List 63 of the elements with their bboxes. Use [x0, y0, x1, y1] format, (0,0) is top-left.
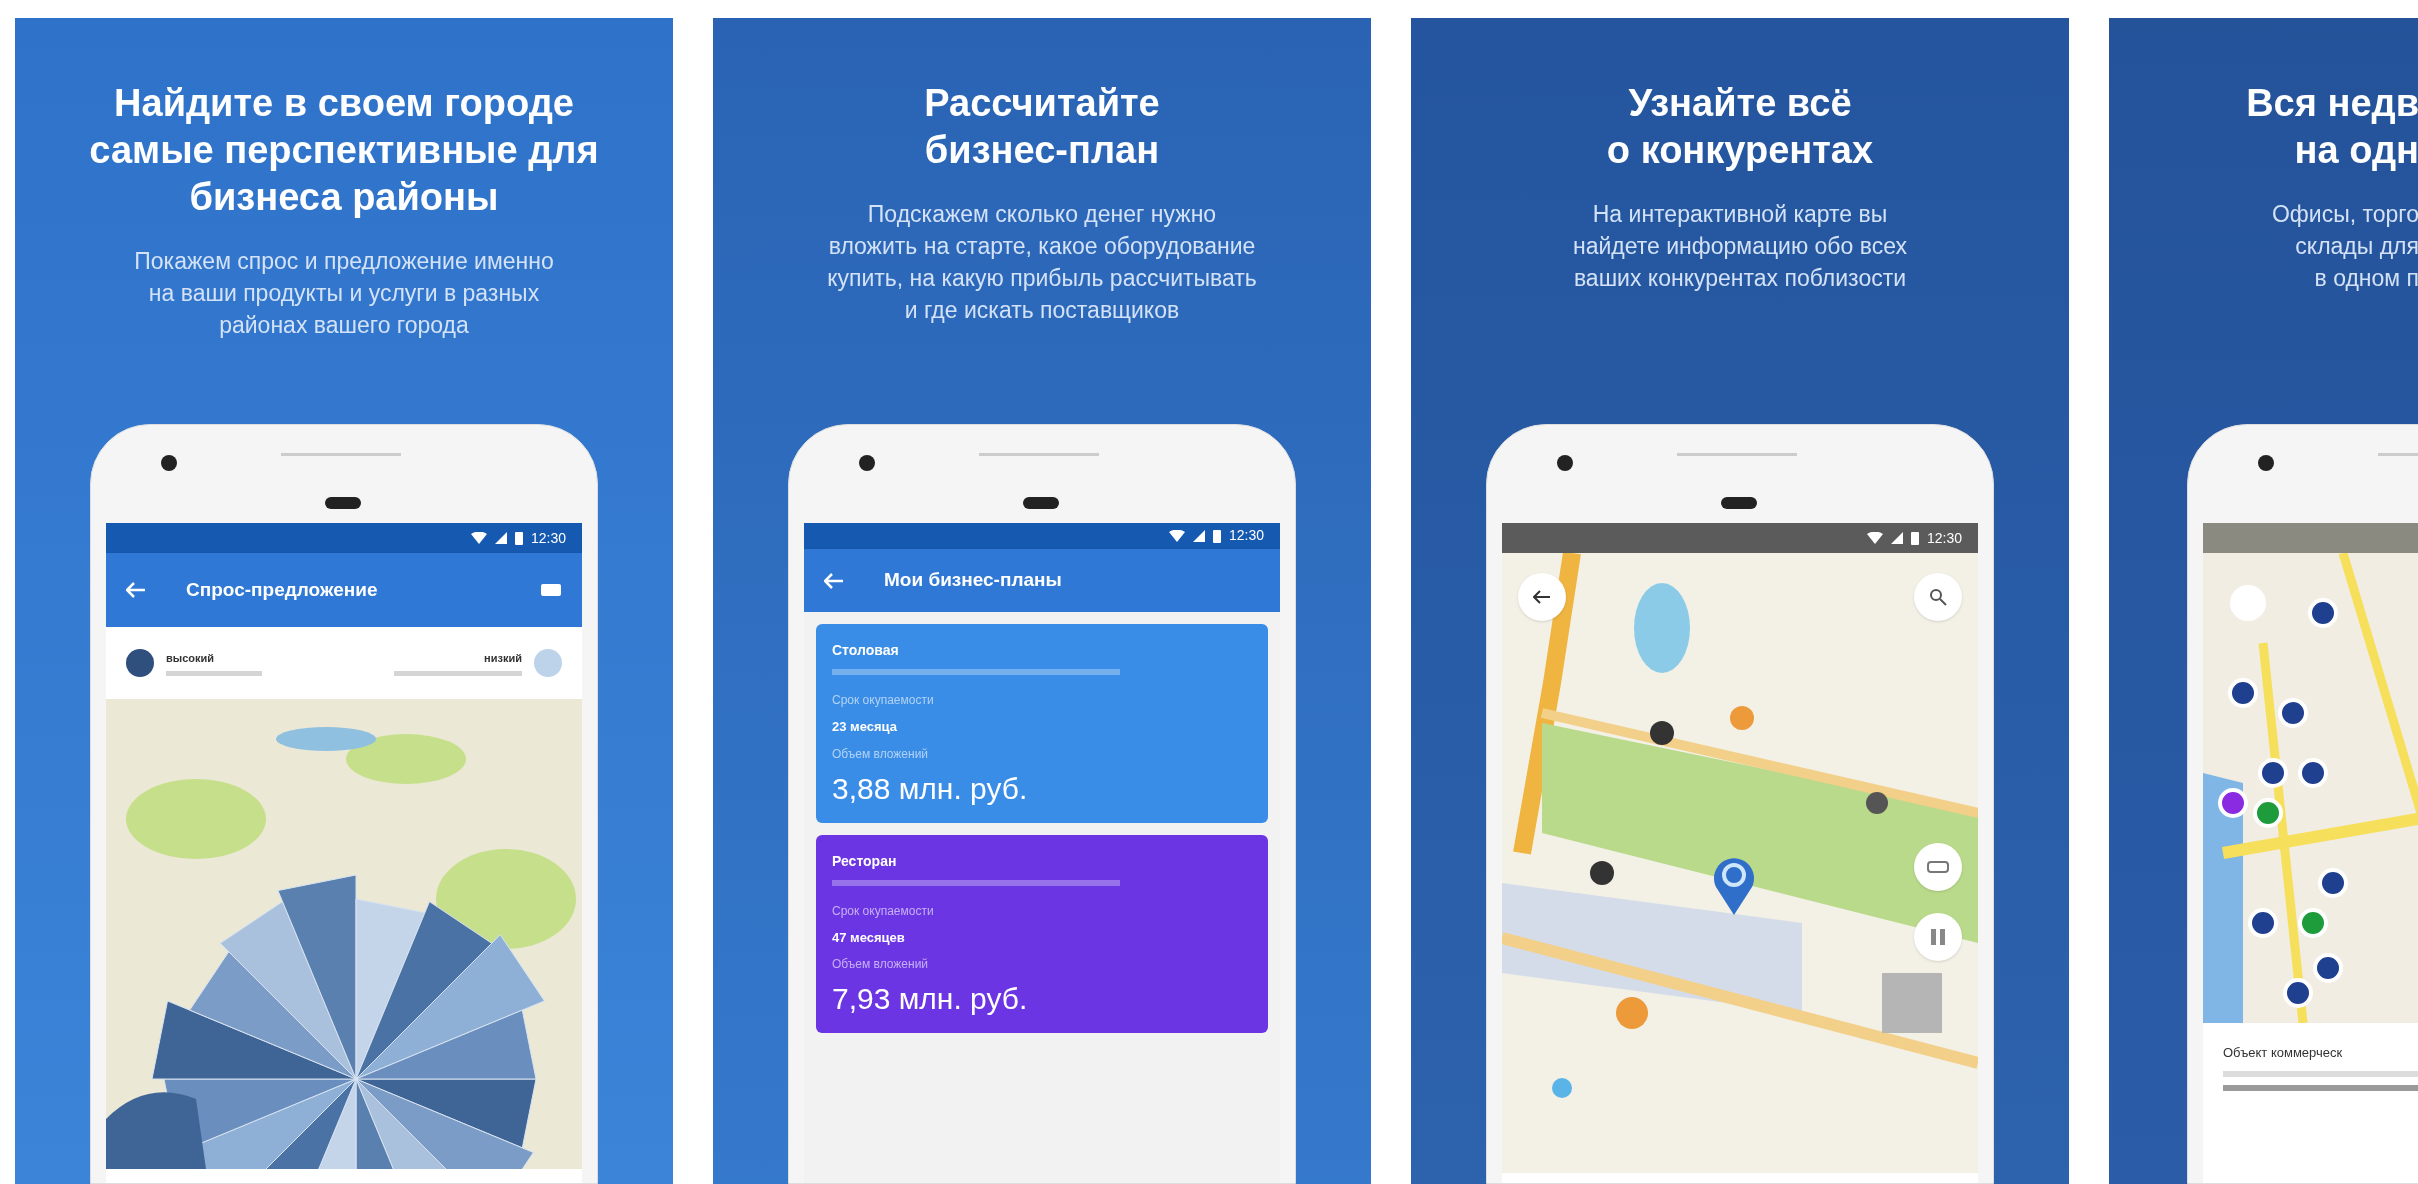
description-line: склады для	[2295, 232, 2418, 261]
legend-label: низкий	[484, 651, 522, 667]
investment-amount: 3,88 млн. руб.	[832, 770, 1029, 807]
speaker-slot	[1721, 497, 1757, 509]
signal-icon	[494, 532, 507, 544]
status-time: 12:30	[1926, 528, 1962, 548]
app-bar-title: Мои бизнес-планы	[884, 568, 1063, 593]
headline: бизнес-план	[924, 128, 1160, 173]
description-line: вложить на старте, какое оборудование	[828, 232, 1256, 261]
description-line: Подскажем сколько денег нужно	[867, 200, 1217, 229]
battery-icon	[514, 531, 523, 545]
search-icon	[1929, 588, 1947, 606]
headline: Найдите в своем городе	[114, 81, 574, 126]
status-time: 12:30	[530, 528, 566, 548]
description-line: На интерактивной карте вы	[1592, 200, 1888, 229]
plan-name: Ресторан	[832, 851, 898, 871]
description-line: ваших конкурентах поблизости	[1573, 264, 1907, 293]
headline: бизнеса районы	[189, 175, 499, 220]
status-time: 12:30	[1228, 526, 1264, 546]
back-arrow-icon[interactable]	[126, 582, 146, 598]
payback-label: Срок окупаемости	[832, 692, 935, 710]
card-icon[interactable]	[540, 582, 562, 598]
headline: на одн	[2294, 128, 2418, 173]
tag-icon	[1927, 861, 1949, 873]
description-line: найдете информацию обо всех	[1573, 232, 1907, 261]
investment-label: Объем вложений	[832, 745, 930, 763]
back-arrow-icon	[1533, 590, 1551, 604]
columns-icon	[1930, 928, 1946, 946]
wifi-icon	[470, 532, 487, 544]
wifi-icon	[1168, 529, 1185, 542]
object-title: Объект коммерческ	[2223, 1044, 2344, 1062]
description-line: в одном п	[2314, 264, 2418, 293]
headline: самые перспективные для	[89, 128, 599, 173]
investment-amount: 7,93 млн. руб.	[832, 981, 1029, 1018]
description-line: районах вашего города	[219, 311, 469, 340]
signal-icon	[1192, 529, 1205, 542]
legend-label: высокий	[166, 651, 216, 667]
wifi-icon	[1866, 532, 1883, 544]
description-line: Офисы, торго	[2272, 200, 2418, 229]
payback-label: Срок окупаемости	[832, 902, 935, 920]
business-plan-card[interactable]: Ресторан Срок окупаемости 47 месяцев Объем вложений 7,93 млн. руб.	[816, 834, 1268, 1034]
battery-icon	[1212, 528, 1221, 543]
payback-value: 23 месяца	[832, 718, 898, 737]
signal-icon	[1890, 532, 1903, 544]
battery-icon	[1910, 531, 1919, 545]
headline: Вся недв	[2246, 81, 2418, 126]
plan-name: Столовая	[832, 641, 900, 661]
dark-swatch	[126, 649, 154, 677]
payback-value: 47 месяцев	[832, 928, 906, 947]
description-line: Покажем спрос и предложение именно	[134, 247, 554, 276]
back-arrow-icon[interactable]	[824, 572, 844, 589]
light-swatch	[534, 649, 562, 677]
description-line: и где искать поставщиков	[904, 296, 1180, 325]
headline: Рассчитайте	[924, 81, 1160, 126]
headline: Узнайте всё	[1628, 81, 1852, 126]
investment-label: Объем вложений	[832, 956, 930, 974]
description-line: на ваши продукты и услуги в разных	[148, 279, 540, 308]
app-bar-title: Спрос-предложение	[186, 577, 379, 602]
business-plan-card[interactable]: Столовая Срок окупаемости 23 месяца Объем вложений 3,88 млн. руб.	[816, 624, 1268, 823]
description-line: купить, на какую прибыль рассчитывать	[827, 264, 1257, 293]
headline: о конкурентах	[1606, 128, 1874, 173]
speaker-slot	[325, 497, 361, 509]
speaker-slot	[1023, 497, 1059, 509]
